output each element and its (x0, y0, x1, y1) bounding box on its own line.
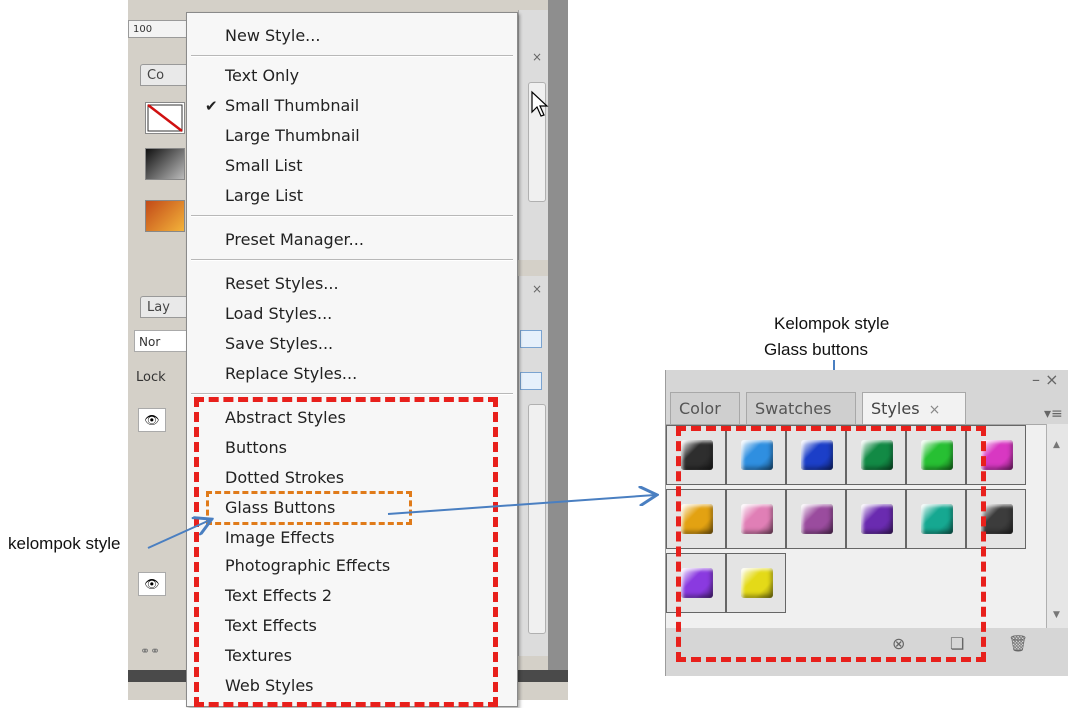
panel-menu-icon[interactable]: ▾≡ (1044, 406, 1063, 422)
trash-icon[interactable]: 🗑 (1008, 634, 1028, 653)
scrollbar[interactable]: ▲ ▼ (1046, 424, 1068, 628)
tab-color[interactable]: Color (670, 392, 740, 424)
tab-styles[interactable]: Styles × (862, 392, 966, 424)
panel-title-bar (666, 370, 1068, 392)
scroll-up-icon[interactable]: ▲ (1053, 440, 1060, 450)
tab-swatches[interactable]: Swatches (746, 392, 856, 424)
scroll-down-icon[interactable]: ▼ (1053, 610, 1060, 620)
arrow-to-glass-buttons (147, 520, 210, 549)
tab-swatches-label: Swatches (755, 399, 832, 418)
arrow-to-styles-panel (387, 495, 655, 515)
close-tab-icon[interactable]: × (929, 402, 941, 418)
glass-buttons-group-highlight (676, 426, 986, 662)
tab-color-label: Color (679, 399, 721, 418)
tab-styles-label: Styles (871, 399, 920, 418)
window-controls[interactable]: – × (1032, 370, 1059, 389)
